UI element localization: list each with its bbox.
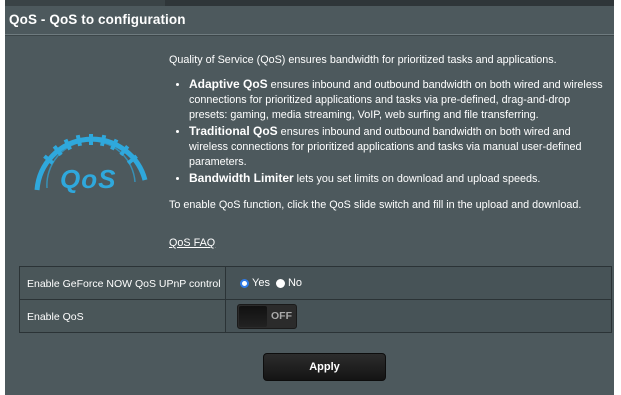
geforce-now-options: Yes No [226,267,611,299]
bullet-title: Bandwidth Limiter [189,171,294,185]
bullet-title: Adaptive QoS [189,77,268,91]
qos-faq-link[interactable]: QoS FAQ [169,237,215,249]
qos-speedometer-icon: QoS [34,134,148,194]
apply-button[interactable]: Apply [263,353,386,381]
enable-qos-label: Enable QoS [20,300,225,332]
geforce-now-label: Enable GeForce NOW QoS UPnP control [20,267,225,299]
settings-table: Enable GeForce NOW QoS UPnP control Yes … [19,266,612,333]
tab-edge [5,0,165,6]
instruction-text: To enable QoS function, click the QoS sl… [169,199,582,211]
bullet-title: Traditional QoS [189,124,278,138]
geforce-no-option[interactable]: No [275,277,302,289]
geforce-now-row: Enable GeForce NOW QoS UPnP control Yes … [20,267,611,300]
page-title: QoS - QoS to configuration [9,12,186,27]
qos-panel: QoS - QoS to configuration QoS Quality o… [5,0,614,395]
geforce-yes-option[interactable]: Yes [240,277,270,289]
top-strip [5,0,614,6]
qos-toggle-switch[interactable]: OFF [237,303,297,329]
qos-logo-text: QoS [60,164,116,194]
no-label[interactable]: No [288,277,302,289]
toggle-knob[interactable] [239,305,267,327]
qos-description: Quality of Service (QoS) ensures bandwid… [169,53,609,213]
list-item-bandwidth-limiter: Bandwidth Limiter lets you set limits on… [189,171,609,187]
qos-types-list: Adaptive QoS ensures inbound and outboun… [169,77,609,187]
yes-label[interactable]: Yes [252,277,270,289]
no-radio[interactable] [275,278,285,288]
title-divider-shadow [5,35,614,36]
list-item-adaptive-qos: Adaptive QoS ensures inbound and outboun… [189,77,609,123]
toggle-state-text: OFF [271,309,292,322]
intro-text: Quality of Service (QoS) ensures bandwid… [169,54,557,66]
enable-qos-row: Enable QoS OFF [20,300,611,332]
list-item-traditional-qos: Traditional QoS ensures inbound and outb… [189,124,609,170]
enable-qos-value: OFF [226,300,611,332]
yes-radio[interactable] [240,278,249,288]
bullet-text: lets you set limits on download and uplo… [293,173,541,185]
